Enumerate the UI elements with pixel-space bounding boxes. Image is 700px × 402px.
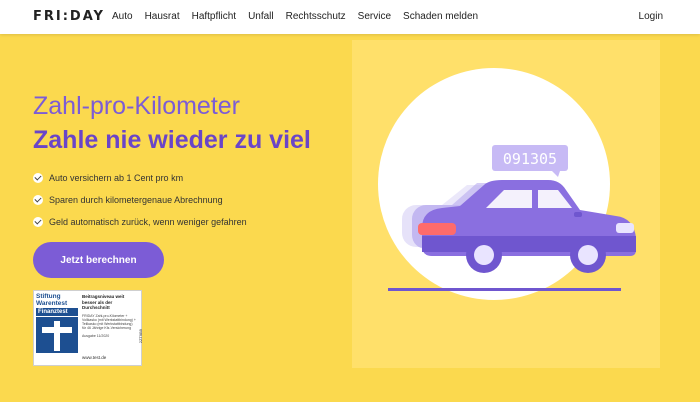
benefit-item: Sparen durch kilometergenaue Abrechnung xyxy=(33,189,247,211)
hero-headline-claim: Zahle nie wieder zu viel xyxy=(33,126,311,154)
test-seal: Stiftung Warentest Finanztest xyxy=(36,293,78,363)
nav-link-haftpflicht[interactable]: Haftpflicht xyxy=(192,11,236,22)
finanztest-icon xyxy=(36,317,78,353)
car-illustration: 091305 xyxy=(378,68,636,300)
test-result-title: Beitragsniveau weit besser als der Durch… xyxy=(82,294,125,310)
test-result-text: FRIDAY Zahl-pro-Kilometer + Vollkasko (m… xyxy=(82,313,136,331)
friday-logo[interactable]: FRI:DAY xyxy=(33,9,105,24)
check-icon xyxy=(33,173,43,183)
benefit-text: Auto versichern ab 1 Cent pro km xyxy=(49,173,184,183)
calculate-button[interactable]: Jetzt berechnen xyxy=(33,242,164,278)
benefit-item: Auto versichern ab 1 Cent pro km xyxy=(33,167,247,189)
nav-links: Auto Hausrat Haftpflicht Unfall Rechtssc… xyxy=(112,11,490,22)
org-name: Stiftung Warentest xyxy=(36,293,78,307)
benefit-list: Auto versichern ab 1 Cent pro km Sparen … xyxy=(33,167,247,233)
test-code: 2ZT9B9 xyxy=(138,329,143,344)
nav-link-hausrat[interactable]: Hausrat xyxy=(145,11,180,22)
org-line-2: Warentest xyxy=(36,300,68,307)
brand-label: Finanztest xyxy=(36,308,78,316)
nav-link-rechtsschutz[interactable]: Rechtsschutz xyxy=(286,11,346,22)
nav-link-auto[interactable]: Auto xyxy=(112,11,133,22)
stiftung-warentest-badge[interactable]: Stiftung Warentest Finanztest Beitragsni… xyxy=(33,290,143,366)
org-line-1: Stiftung xyxy=(36,293,61,300)
check-icon xyxy=(33,217,43,227)
check-icon xyxy=(33,195,43,205)
benefit-text: Sparen durch kilometergenaue Abrechnung xyxy=(49,195,223,205)
login-link[interactable]: Login xyxy=(639,11,663,22)
benefit-item: Geld automatisch zurück, wenn weniger ge… xyxy=(33,211,247,233)
top-navigation: FRI:DAY Auto Hausrat Haftpflicht Unfall … xyxy=(0,0,700,34)
ground-line xyxy=(388,288,621,291)
test-result: Beitragsniveau weit besser als der Durch… xyxy=(82,294,136,338)
benefit-text: Geld automatisch zurück, wenn weniger ge… xyxy=(49,217,247,227)
test-issue: Ausgabe 11/2020 xyxy=(82,333,110,338)
nav-link-schaden-melden[interactable]: Schaden melden xyxy=(403,11,478,22)
hero-headline-product: Zahl-pro-Kilometer xyxy=(33,92,241,120)
odometer-value: 091305 xyxy=(503,150,557,168)
test-url: www.test.de xyxy=(82,355,107,360)
nav-link-unfall[interactable]: Unfall xyxy=(248,11,274,22)
nav-link-service[interactable]: Service xyxy=(358,11,391,22)
